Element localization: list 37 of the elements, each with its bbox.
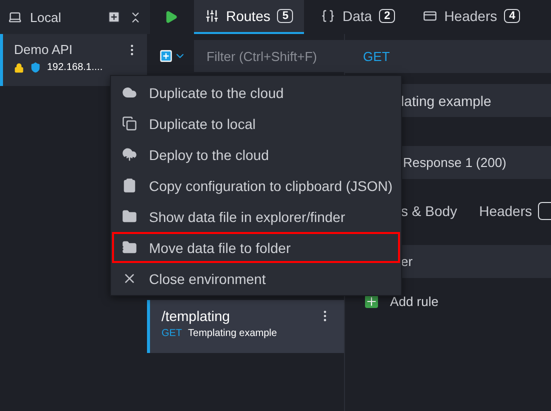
response-tab[interactable]: s & Body	[401, 203, 458, 219]
count-badge: 5	[277, 9, 294, 23]
environment-name: Demo API	[14, 42, 74, 57]
route-method: GET	[161, 328, 182, 339]
route-description: Templating example	[188, 328, 277, 339]
tab[interactable]: Data 2	[310, 0, 406, 34]
environment-item[interactable]: Demo API 192.168.1....	[0, 34, 148, 86]
copy-icon	[122, 116, 137, 131]
add-route-button[interactable]	[159, 49, 186, 63]
route-item[interactable]: /templating GET Templating example	[147, 300, 344, 353]
count-badge	[538, 202, 551, 220]
route-path: /templating	[161, 308, 231, 324]
cloud-upload-icon	[122, 147, 137, 162]
shield-icon	[30, 62, 41, 73]
environment-address: 192.168.1....	[47, 62, 103, 73]
method-label: GET	[363, 49, 390, 64]
card-icon	[423, 9, 438, 23]
tab[interactable]: Headers 4	[412, 0, 532, 34]
braces-icon	[321, 9, 336, 23]
sliders-icon	[205, 9, 219, 23]
count-badge: 4	[504, 9, 520, 23]
cloud-icon	[122, 85, 137, 100]
count-badge: 2	[379, 9, 396, 23]
add-rule-link[interactable]: Add rule	[390, 294, 438, 309]
method-bar[interactable]: GET	[345, 40, 551, 73]
add-icon[interactable]	[107, 10, 121, 24]
clipboard-icon	[122, 178, 137, 193]
folder-icon	[122, 209, 137, 224]
lock-icon	[14, 62, 24, 72]
response-tab[interactable]: Headers	[479, 202, 551, 220]
play-icon[interactable]	[164, 10, 178, 24]
filter-field[interactable]: Filter (Ctrl+Shift+F)	[194, 40, 344, 72]
tab[interactable]: Routes 5	[194, 0, 304, 34]
sidebar-title: Local	[30, 10, 62, 24]
close-icon	[122, 271, 137, 286]
menu-item[interactable]: Show data file in explorer/finder	[112, 201, 400, 232]
laptop-icon	[8, 10, 22, 24]
